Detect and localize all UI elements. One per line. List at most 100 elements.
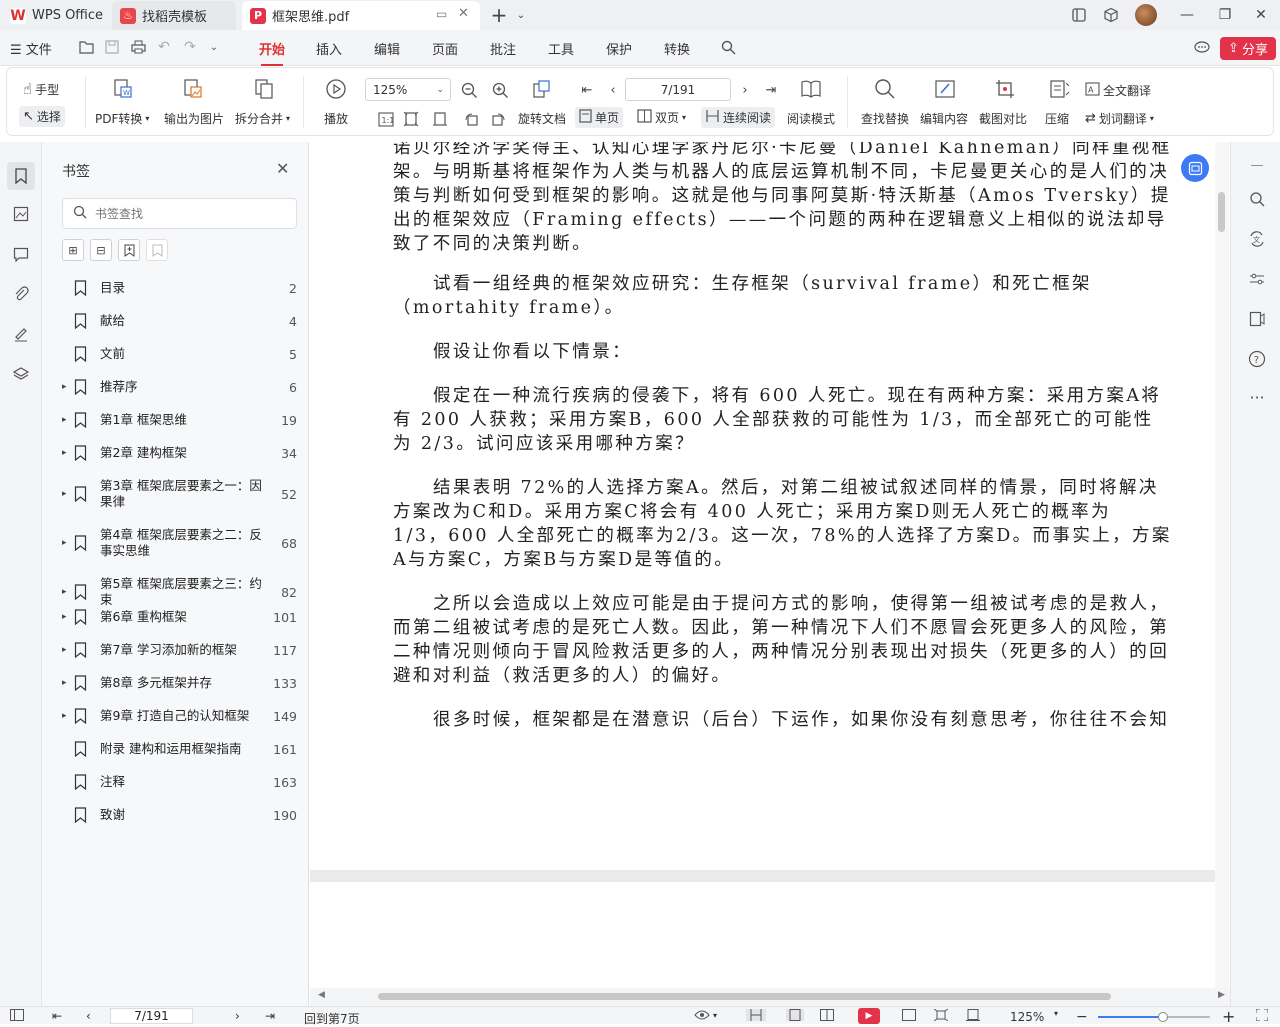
layout-icon[interactable] [1068, 4, 1090, 26]
menu-insert[interactable]: 插入 [316, 39, 342, 58]
compress-button[interactable]: 压缩 [1045, 110, 1069, 127]
expand-arrow-icon[interactable]: ▸ [62, 415, 74, 425]
scroll-left-icon[interactable]: ◀ [318, 990, 325, 1000]
select-tool-button[interactable]: ↖ 选择 [19, 106, 65, 127]
search-icon[interactable] [1246, 188, 1268, 210]
single-page-view-icon[interactable] [786, 1009, 804, 1021]
bookmark-item[interactable]: 附录 建构和运用框架指南 161 [62, 741, 297, 757]
search-icon[interactable] [718, 37, 738, 57]
split-merge-button[interactable]: 拆分合并 ▾ [235, 110, 290, 127]
expand-arrow-icon[interactable]: ▸ [62, 489, 74, 499]
layers-icon[interactable] [10, 363, 32, 385]
sidebar-toggle-icon[interactable] [10, 1009, 24, 1021]
minimize-icon[interactable]: — [1176, 4, 1198, 26]
export-image-button[interactable]: 输出为图片 [164, 110, 224, 127]
continuous-view-icon[interactable] [746, 1009, 766, 1021]
open-folder-icon[interactable] [76, 37, 96, 57]
fit-page-icon[interactable] [934, 1009, 948, 1021]
zoom-select[interactable]: 125% ⌄ [365, 78, 451, 101]
actual-size-icon[interactable] [902, 1009, 916, 1021]
double-page-view-icon[interactable] [820, 1009, 834, 1021]
rotate-right-icon[interactable] [487, 108, 511, 130]
zoom-out-icon[interactable] [457, 79, 481, 101]
more-icon[interactable]: ··· [1246, 386, 1268, 408]
read-aloud-icon[interactable] [1246, 308, 1268, 330]
vertical-scrollbar-thumb[interactable] [1218, 192, 1225, 232]
zoom-menu-chevron-icon[interactable]: ▾ [1054, 1009, 1058, 1018]
bookmark-item[interactable]: ▸ 第9章 打造自己的认知框架 149 [62, 708, 297, 724]
zoom-in-icon[interactable] [488, 79, 512, 101]
redo-icon[interactable]: ↷ [180, 37, 200, 57]
floating-translate-icon[interactable] [1181, 154, 1209, 182]
zoom-slider[interactable] [1098, 1012, 1210, 1022]
bookmark-item[interactable]: ▸ 第7章 学习添加新的框架 117 [62, 642, 297, 658]
bookmark-item[interactable]: ▸ 推荐序 6 [62, 379, 297, 395]
cube-icon[interactable] [1100, 4, 1122, 26]
bookmark-item[interactable]: 献给 4 [62, 313, 297, 329]
bookmark-item[interactable]: ▸ 第4章 框架底层要素之二：反事实思维 68 [62, 527, 297, 559]
bookmark-item[interactable]: ▸ 第2章 建构框架 34 [62, 445, 297, 461]
signature-icon[interactable] [10, 323, 32, 345]
tab-pdf-document[interactable]: P 框架思维.pdf ▭ ✕ [242, 1, 480, 30]
bookmark-item[interactable]: ▸ 第3章 框架底层要素之一：因果律 52 [62, 478, 297, 510]
previous-page-icon[interactable]: ‹ [86, 1009, 91, 1023]
play-slideshow-icon[interactable]: ▶ [858, 1008, 880, 1024]
restore-icon[interactable]: ❐ [1214, 4, 1236, 26]
double-page-button[interactable]: 双页 ▾ [637, 109, 686, 126]
expand-arrow-icon[interactable]: ▸ [62, 711, 74, 721]
thumbnail-icon[interactable] [10, 203, 32, 225]
edit-content-button[interactable]: 编辑内容 [920, 110, 968, 127]
share-button[interactable]: ⇪ 分享 [1220, 37, 1276, 60]
bookmark-search-box[interactable] [62, 198, 297, 229]
eye-protection-icon[interactable]: ▾ [694, 1009, 717, 1021]
play-button[interactable]: 播放 [324, 110, 348, 127]
first-page-icon[interactable]: ⇤ [575, 79, 599, 101]
next-page-icon[interactable]: › [733, 79, 757, 101]
fullscreen-icon[interactable] [1256, 1009, 1268, 1021]
menu-comment[interactable]: 批注 [490, 39, 516, 58]
tab-docer[interactable]: ♨ 找稻壳模板 [112, 1, 236, 30]
bookmark-item[interactable]: ▸ 第1章 框架思维 19 [62, 412, 297, 428]
zoom-slider-handle[interactable] [1157, 1012, 1168, 1022]
fit-page-icon[interactable] [399, 108, 423, 130]
bookmark-item[interactable]: ▸ 第5章 框架底层要素之三：约束 82 [62, 576, 297, 608]
menu-protect[interactable]: 保护 [606, 39, 632, 58]
close-panel-icon[interactable]: ✕ [276, 159, 289, 178]
print-icon[interactable] [128, 37, 148, 57]
horizontal-scrollbar-thumb[interactable] [378, 993, 1111, 1000]
save-icon[interactable] [102, 37, 122, 57]
expand-arrow-icon[interactable]: ▸ [62, 382, 74, 392]
rotate-document-button[interactable]: 旋转文档 [518, 110, 566, 127]
attachment-icon[interactable] [10, 283, 32, 305]
menu-convert[interactable]: 转换 [664, 39, 690, 58]
bookmark-item[interactable]: ▸ 第6章 重构框架 101 [62, 609, 297, 625]
last-page-icon[interactable]: ⇥ [759, 79, 783, 101]
rotate-left-icon[interactable] [459, 108, 483, 130]
settings-sliders-icon[interactable] [1246, 268, 1268, 290]
menu-page[interactable]: 页面 [432, 39, 458, 58]
continuous-read-button[interactable]: 连续阅读 [701, 107, 776, 128]
back-to-page-link[interactable]: 回到第7页 [304, 1010, 360, 1027]
user-avatar[interactable] [1135, 4, 1157, 26]
first-page-icon[interactable]: ⇤ [52, 1009, 62, 1023]
scroll-right-icon[interactable]: ▶ [1218, 990, 1225, 1000]
expand-arrow-icon[interactable]: ▸ [62, 538, 74, 548]
menu-start[interactable]: 开始 [259, 39, 285, 66]
new-tab-icon[interactable]: + [488, 3, 510, 27]
status-page-input[interactable]: 7/191 [110, 1008, 193, 1024]
bookmark-item[interactable]: 致谢 190 [62, 807, 297, 823]
full-translate-button[interactable]: A 全文翻译 [1085, 82, 1151, 99]
tab-list-chevron-icon[interactable]: ⌄ [510, 4, 532, 26]
add-bookmark-icon[interactable] [118, 239, 140, 261]
bookmark-panel-icon[interactable] [7, 162, 35, 190]
word-translate-button[interactable]: ⇄ 划词翻译 ▾ [1085, 110, 1154, 127]
comment-icon[interactable] [10, 243, 32, 265]
help-icon[interactable]: ? [1246, 348, 1268, 370]
expand-arrow-icon[interactable]: ▸ [62, 645, 74, 655]
actual-size-icon[interactable]: 1:1 [374, 108, 398, 130]
tab-wps-office[interactable]: W WPS Office [2, 1, 106, 30]
menu-tools[interactable]: 工具 [548, 39, 574, 58]
expand-arrow-icon[interactable]: ▸ [62, 448, 74, 458]
expand-arrow-icon[interactable]: ▸ [62, 678, 74, 688]
last-page-icon[interactable]: ⇥ [265, 1009, 275, 1023]
